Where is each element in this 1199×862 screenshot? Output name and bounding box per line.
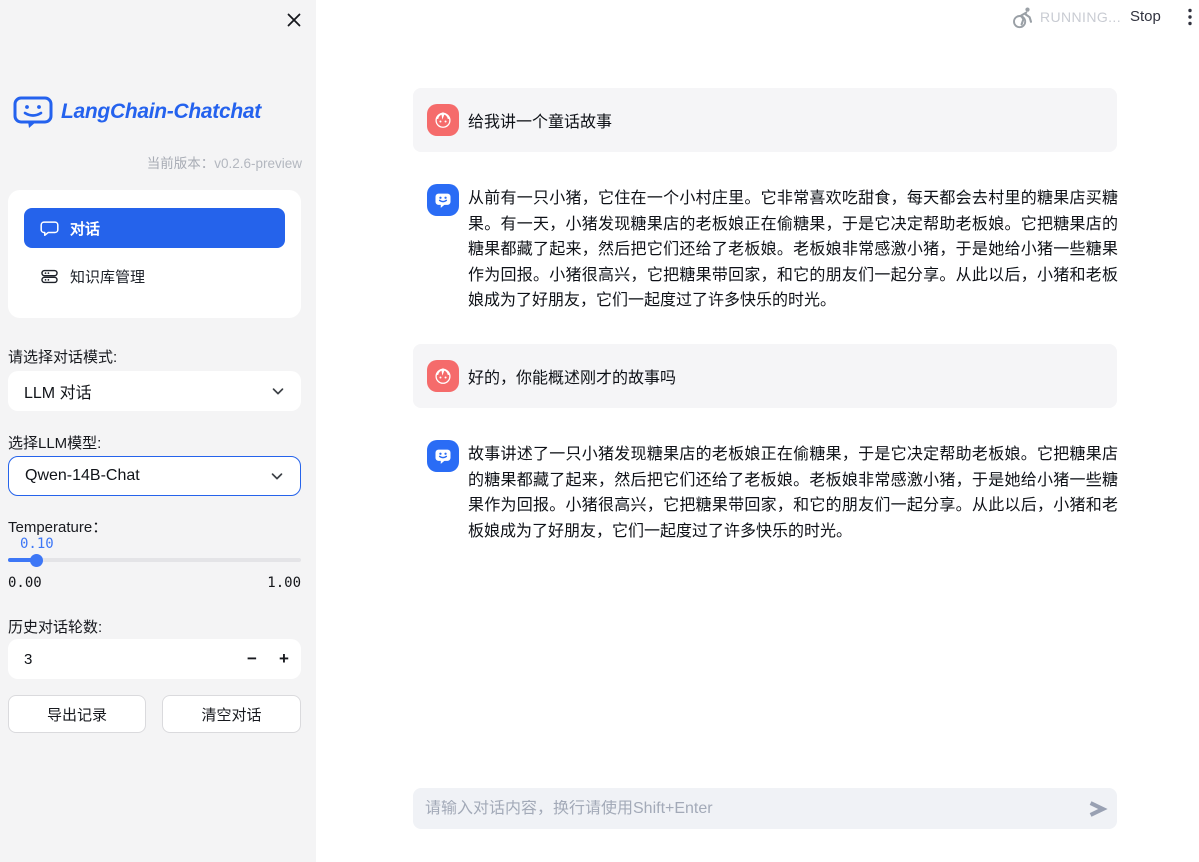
app-title: LangChain-Chatchat [61,100,261,124]
assistant-message: 从前有一只小猪，它住在一个小村庄里。它非常喜欢吃甜食，每天都会去村里的糖果店买糖… [413,184,1117,314]
main-area: RUNNING... Stop 给我讲一个童话故事 [316,0,1199,862]
temperature-label: Temperature： [8,516,107,537]
version-value: v0.2.6-preview [214,156,302,171]
sidebar-nav-card: 对话 知识库管理 [8,190,301,318]
chatchat-logo-icon [12,94,54,130]
user-avatar [427,104,459,136]
clear-dialogue-button[interactable]: 清空对话 [162,695,301,733]
chevron-down-icon [268,467,286,485]
close-icon [286,12,302,28]
history-rounds-input[interactable]: 3 − + [8,639,301,679]
assistant-avatar [427,440,459,472]
temperature-slider[interactable] [8,558,301,562]
user-message: 给我讲一个童话故事 [413,88,1117,152]
stop-button[interactable]: Stop [1126,6,1165,27]
message-text: 好的，你能概述刚才的故事吗 [468,364,676,388]
dialogue-mode-value: LLM 对话 [24,379,92,403]
dialogue-mode-label: 请选择对话模式: [8,346,117,367]
version-label: 当前版本： [147,156,215,171]
message-text: 给我讲一个童话故事 [468,108,612,132]
assistant-bot-icon [431,188,455,212]
send-icon [1086,798,1108,820]
sidebar-close-button[interactable] [282,8,306,32]
llm-model-value: Qwen-14B-Chat [25,467,140,485]
history-rounds-value: 3 [24,651,32,668]
user-face-icon [431,364,455,388]
llm-model-label: 选择LLM模型: [8,432,101,453]
chat-bubble-icon [40,219,59,238]
message-text: 故事讲述了一只小猪发现糖果店的老板娘正在偷糖果，于是它决定帮助老板娘。它把糖果店… [468,442,1118,544]
temperature-min: 0.00 [8,575,42,591]
decrement-button[interactable]: − [237,639,267,679]
sidebar-item-knowledge-base[interactable]: 知识库管理 [24,256,285,296]
sidebar-item-label: 知识库管理 [70,266,145,287]
temperature-max: 1.00 [267,575,301,591]
message-text: 从前有一只小猪，它住在一个小村庄里。它非常喜欢吃甜食，每天都会去村里的糖果店买糖… [468,186,1118,314]
history-rounds-label: 历史对话轮数: [8,616,102,637]
slider-thumb[interactable] [30,554,43,567]
assistant-bot-icon [431,444,455,468]
increment-button[interactable]: + [269,639,299,679]
sidebar-item-dialogue[interactable]: 对话 [24,208,285,248]
chat-input-bar [413,788,1117,829]
dialogue-mode-select[interactable]: LLM 对话 [8,371,301,411]
version-info: 当前版本：v0.2.6-preview [147,152,302,172]
assistant-avatar [427,184,459,216]
user-avatar [427,360,459,392]
send-button[interactable] [1077,788,1117,829]
kebab-menu-button[interactable] [1178,4,1199,30]
export-records-button[interactable]: 导出记录 [8,695,146,733]
llm-model-select[interactable]: Qwen-14B-Chat [8,456,301,496]
chevron-down-icon [269,382,287,400]
temperature-value: 0.10 [20,536,54,552]
user-message: 好的，你能概述刚才的故事吗 [413,344,1117,408]
app-logo: LangChain-Chatchat [12,94,261,130]
user-face-icon [431,108,455,132]
chat-input[interactable] [413,800,1077,818]
assistant-message: 故事讲述了一只小猪发现糖果店的老板娘正在偷糖果，于是它决定帮助老板娘。它把糖果店… [413,440,1117,560]
kebab-menu-icon [1181,7,1199,27]
chat-history: 给我讲一个童话故事 从前有一只小猪，它住在一个小村庄里。它非常喜欢吃甜食，每天都… [413,0,1117,862]
database-stack-icon [40,267,59,286]
sidebar: LangChain-Chatchat 当前版本：v0.2.6-preview 对… [0,0,316,862]
sidebar-item-label: 对话 [70,218,100,239]
